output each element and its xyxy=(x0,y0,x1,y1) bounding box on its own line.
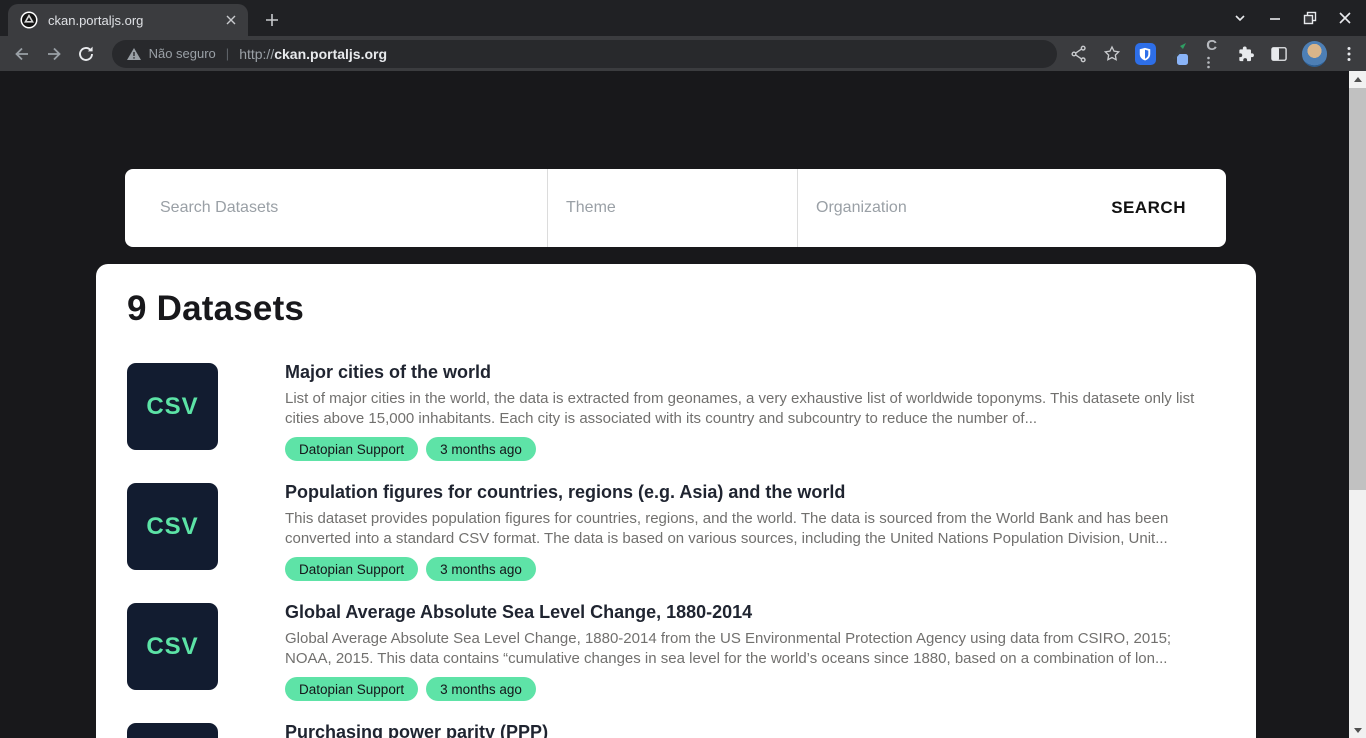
profile-avatar[interactable] xyxy=(1302,41,1327,67)
datasets-card: 9 Datasets CSV Major cities of the world… xyxy=(96,264,1256,738)
reload-button[interactable] xyxy=(72,40,100,68)
dataset-description: List of major cities in the world, the d… xyxy=(285,389,1221,429)
organization-badge[interactable]: Datopian Support xyxy=(285,557,418,581)
dataset-list-item: CSV Population figures for countries, re… xyxy=(127,480,1221,581)
window-restore-button[interactable] xyxy=(1302,10,1318,26)
dataset-search-bar: SEARCH xyxy=(125,169,1226,247)
scroll-up-arrow[interactable] xyxy=(1349,71,1366,87)
site-favicon xyxy=(20,11,38,29)
bookmark-star-icon[interactable] xyxy=(1102,44,1122,64)
search-input[interactable] xyxy=(125,169,547,247)
csv-format-tile: CSV xyxy=(127,483,218,570)
format-label: CSV xyxy=(146,513,198,541)
url-host: ckan.portaljs.org xyxy=(274,46,387,62)
dataset-title-link[interactable]: Major cities of the world xyxy=(285,360,1221,384)
window-close-button[interactable] xyxy=(1337,10,1353,26)
not-secure-label: Não seguro xyxy=(149,46,216,61)
updated-badge: 3 months ago xyxy=(426,437,536,461)
dataset-description: Global Average Absolute Sea Level Change… xyxy=(285,629,1221,669)
page-url: http://ckan.portaljs.org xyxy=(239,46,387,62)
organization-input[interactable] xyxy=(797,169,1047,247)
tab-title: ckan.portaljs.org xyxy=(48,13,222,28)
dataset-title-link[interactable]: Purchasing power parity (PPP) xyxy=(285,720,1221,738)
dataset-list-item: CSV Purchasing power parity (PPP) xyxy=(127,720,1221,738)
format-label: CSV xyxy=(146,393,198,421)
colorzilla-extension-icon[interactable]: C xyxy=(1206,37,1222,71)
updated-badge: 3 months ago xyxy=(426,677,536,701)
scrollbar-thumb[interactable] xyxy=(1349,88,1366,490)
dataset-title-link[interactable]: Population figures for countries, region… xyxy=(285,480,1221,504)
csv-format-tile: CSV xyxy=(127,603,218,690)
bitwarden-extension-icon[interactable] xyxy=(1135,43,1156,65)
tab-close-icon[interactable] xyxy=(222,11,240,29)
share-icon[interactable] xyxy=(1069,44,1089,64)
browser-tab[interactable]: ckan.portaljs.org xyxy=(8,4,248,36)
format-label: CSV xyxy=(146,633,198,661)
search-button[interactable]: SEARCH xyxy=(1111,198,1186,218)
tab-search-chevron-icon[interactable] xyxy=(1232,10,1248,26)
eyedropper-extension-icon[interactable] xyxy=(1169,42,1193,66)
page-title: 9 Datasets xyxy=(127,288,1221,330)
omnibox-separator: | xyxy=(226,46,229,61)
page-content: SEARCH 9 Datasets CSV Major cities of th… xyxy=(0,71,1366,738)
dataset-list-item: CSV Global Average Absolute Sea Level Ch… xyxy=(127,600,1221,701)
extensions-puzzle-icon[interactable] xyxy=(1236,44,1256,64)
csv-format-tile: CSV xyxy=(127,363,218,450)
not-secure-warning-icon[interactable] xyxy=(126,46,142,62)
tab-strip: ckan.portaljs.org xyxy=(0,0,1366,36)
page-scrollbar[interactable] xyxy=(1349,71,1366,738)
back-button[interactable] xyxy=(8,40,36,68)
organization-badge[interactable]: Datopian Support xyxy=(285,677,418,701)
browser-menu-icon[interactable] xyxy=(1340,45,1358,63)
scroll-down-arrow[interactable] xyxy=(1349,722,1366,738)
theme-input[interactable] xyxy=(547,169,797,247)
side-panel-icon[interactable] xyxy=(1269,44,1289,64)
dataset-description: This dataset provides population figures… xyxy=(285,509,1221,549)
csv-format-tile: CSV xyxy=(127,723,218,738)
dataset-title-link[interactable]: Global Average Absolute Sea Level Change… xyxy=(285,600,1221,624)
updated-badge: 3 months ago xyxy=(426,557,536,581)
url-protocol: http:// xyxy=(239,46,274,62)
dataset-list-item: CSV Major cities of the world List of ma… xyxy=(127,360,1221,461)
address-bar[interactable]: Não seguro | http://ckan.portaljs.org xyxy=(112,40,1057,68)
window-minimize-button[interactable] xyxy=(1267,10,1283,26)
organization-badge[interactable]: Datopian Support xyxy=(285,437,418,461)
browser-toolbar: Não seguro | http://ckan.portaljs.org xyxy=(0,36,1366,71)
new-tab-button[interactable] xyxy=(258,6,286,34)
forward-button[interactable] xyxy=(40,40,68,68)
